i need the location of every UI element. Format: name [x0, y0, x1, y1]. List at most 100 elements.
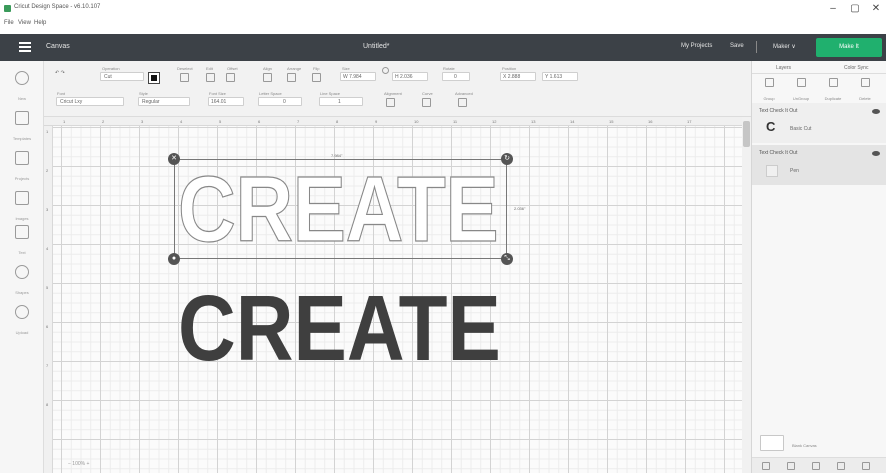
delete-handle-icon[interactable]: ✕: [168, 153, 180, 165]
rail-projects[interactable]: Projects: [4, 147, 40, 183]
header-separator: [756, 41, 757, 53]
tab-divider: [752, 73, 886, 74]
shapes-icon: [15, 265, 29, 279]
rail-shapes[interactable]: Shapes: [4, 261, 40, 297]
layer-group-basic-cut[interactable]: Text Check It Out C Basic Cut: [752, 103, 886, 143]
font-select[interactable]: Cricut Lxy: [56, 97, 124, 106]
ruler-left: 1 2 3 4 5 6 7 8: [44, 126, 53, 473]
close-button[interactable]: ✕: [869, 2, 883, 16]
operation-label: Operation: [102, 66, 120, 71]
position-x-input[interactable]: X 2.888: [500, 72, 536, 81]
ruler-top-number: 6: [258, 119, 261, 124]
rail-label: New: [17, 96, 26, 101]
style-select[interactable]: Regular: [138, 97, 190, 106]
rail-text[interactable]: Text: [4, 221, 40, 257]
align-icon[interactable]: [263, 73, 272, 82]
line-space-input[interactable]: 1: [319, 97, 363, 106]
curve-label: Curve: [422, 91, 433, 96]
menu-view[interactable]: View: [18, 20, 31, 26]
line-space-value: 1: [338, 99, 341, 105]
rail-label: Projects: [14, 176, 30, 181]
curve-icon[interactable]: [422, 98, 431, 107]
tool-label: Duplicate: [824, 96, 842, 101]
undo-redo[interactable]: ↶ ↷: [55, 70, 65, 76]
size-label: Size: [342, 66, 350, 71]
rail-images[interactable]: Images: [4, 187, 40, 223]
layer-thumbnail: C: [766, 119, 776, 134]
deselect-icon[interactable]: [180, 73, 189, 82]
ungroup-tool[interactable]: UnGroup: [788, 78, 814, 105]
blank-canvas-swatch[interactable]: [760, 435, 784, 451]
ruler-top-number: 8: [336, 119, 339, 124]
rotate-handle-icon[interactable]: ↻: [501, 153, 513, 165]
attach-icon[interactable]: [812, 462, 820, 470]
tool-label: Delete: [859, 96, 871, 101]
tab-layers[interactable]: Layers: [776, 65, 791, 71]
eye-icon[interactable]: [872, 151, 880, 156]
lock-handle-icon[interactable]: ●: [168, 253, 180, 265]
selection-box: [174, 159, 507, 259]
operation-select[interactable]: Cut: [100, 72, 144, 81]
machine-select[interactable]: Maker ∨: [773, 43, 796, 50]
text-icon: [15, 225, 29, 239]
layer-name: Pen: [790, 168, 799, 174]
rail-label: Text: [18, 250, 26, 255]
vertical-scrollbar[interactable]: [742, 117, 751, 473]
align-label: Align: [263, 66, 272, 71]
layer-thumbnail: [766, 165, 778, 177]
lock-icon[interactable]: [382, 67, 389, 74]
rotate-value: 0: [454, 74, 457, 80]
size-width-input[interactable]: W 7.984: [340, 72, 376, 81]
letter-space-input[interactable]: 0: [258, 97, 302, 106]
color-swatch[interactable]: [148, 72, 160, 84]
alignment-label: Alignment: [384, 91, 402, 96]
font-size-input[interactable]: 164.01: [208, 97, 244, 106]
layer-group-pen[interactable]: Text Check It Out Pen: [752, 145, 886, 185]
rail-upload[interactable]: Upload: [4, 301, 40, 337]
rail-new[interactable]: New: [4, 67, 40, 103]
advanced-icon[interactable]: [458, 98, 467, 107]
eye-icon[interactable]: [872, 109, 880, 114]
solid-create-text[interactable]: CREATE: [178, 268, 501, 388]
arrange-icon[interactable]: [287, 73, 296, 82]
rotate-input[interactable]: 0: [442, 72, 470, 81]
position-y-input[interactable]: Y 1.613: [542, 72, 578, 81]
minimize-button[interactable]: –: [826, 2, 840, 16]
weld-icon[interactable]: [787, 462, 795, 470]
maximize-button[interactable]: ▢: [848, 2, 862, 16]
tab-color-sync[interactable]: Color Sync: [844, 65, 868, 71]
ruler-top-number: 1: [63, 119, 66, 124]
slice-icon[interactable]: [762, 462, 770, 470]
projects-icon: [15, 151, 29, 165]
scrollbar-thumb[interactable]: [743, 121, 750, 147]
ruler-top-number: 11: [453, 119, 458, 124]
resize-handle-icon[interactable]: ⤡: [501, 253, 513, 265]
menu-file[interactable]: File: [4, 20, 14, 26]
zoom-control[interactable]: − 100% +: [68, 461, 120, 471]
hamburger-menu-icon[interactable]: [19, 42, 31, 52]
contour-icon[interactable]: [862, 462, 870, 470]
text-align-icon[interactable]: [386, 98, 395, 107]
app-window: Cricut Design Space - v6.10.107 – ▢ ✕ Fi…: [0, 0, 886, 473]
edit-icon[interactable]: [206, 73, 215, 82]
delete-tool[interactable]: Delete: [852, 78, 878, 105]
layers-panel: Layers Color Sync Group UnGroup Duplicat…: [751, 61, 886, 473]
document-title: Untitled*: [363, 43, 390, 50]
font-size-value: 164.01: [211, 99, 227, 105]
flip-icon[interactable]: [312, 73, 321, 82]
save-link[interactable]: Save: [730, 43, 744, 49]
rotate-label: Rotate: [443, 66, 455, 71]
make-it-button[interactable]: Make It: [816, 38, 882, 57]
ruler-top-number: 3: [141, 119, 144, 124]
trash-icon: [860, 78, 870, 87]
rail-templates[interactable]: Templates: [4, 107, 40, 143]
offset-icon[interactable]: [226, 73, 235, 82]
group-tool[interactable]: Group: [756, 78, 782, 105]
my-projects-link[interactable]: My Projects: [681, 43, 712, 49]
ungroup-icon: [796, 78, 806, 87]
layer-group-title: Text Check It Out: [759, 108, 798, 114]
size-height-input[interactable]: H 2.036: [392, 72, 428, 81]
menu-help[interactable]: Help: [34, 20, 46, 26]
flatten-icon[interactable]: [837, 462, 845, 470]
duplicate-tool[interactable]: Duplicate: [820, 78, 846, 105]
